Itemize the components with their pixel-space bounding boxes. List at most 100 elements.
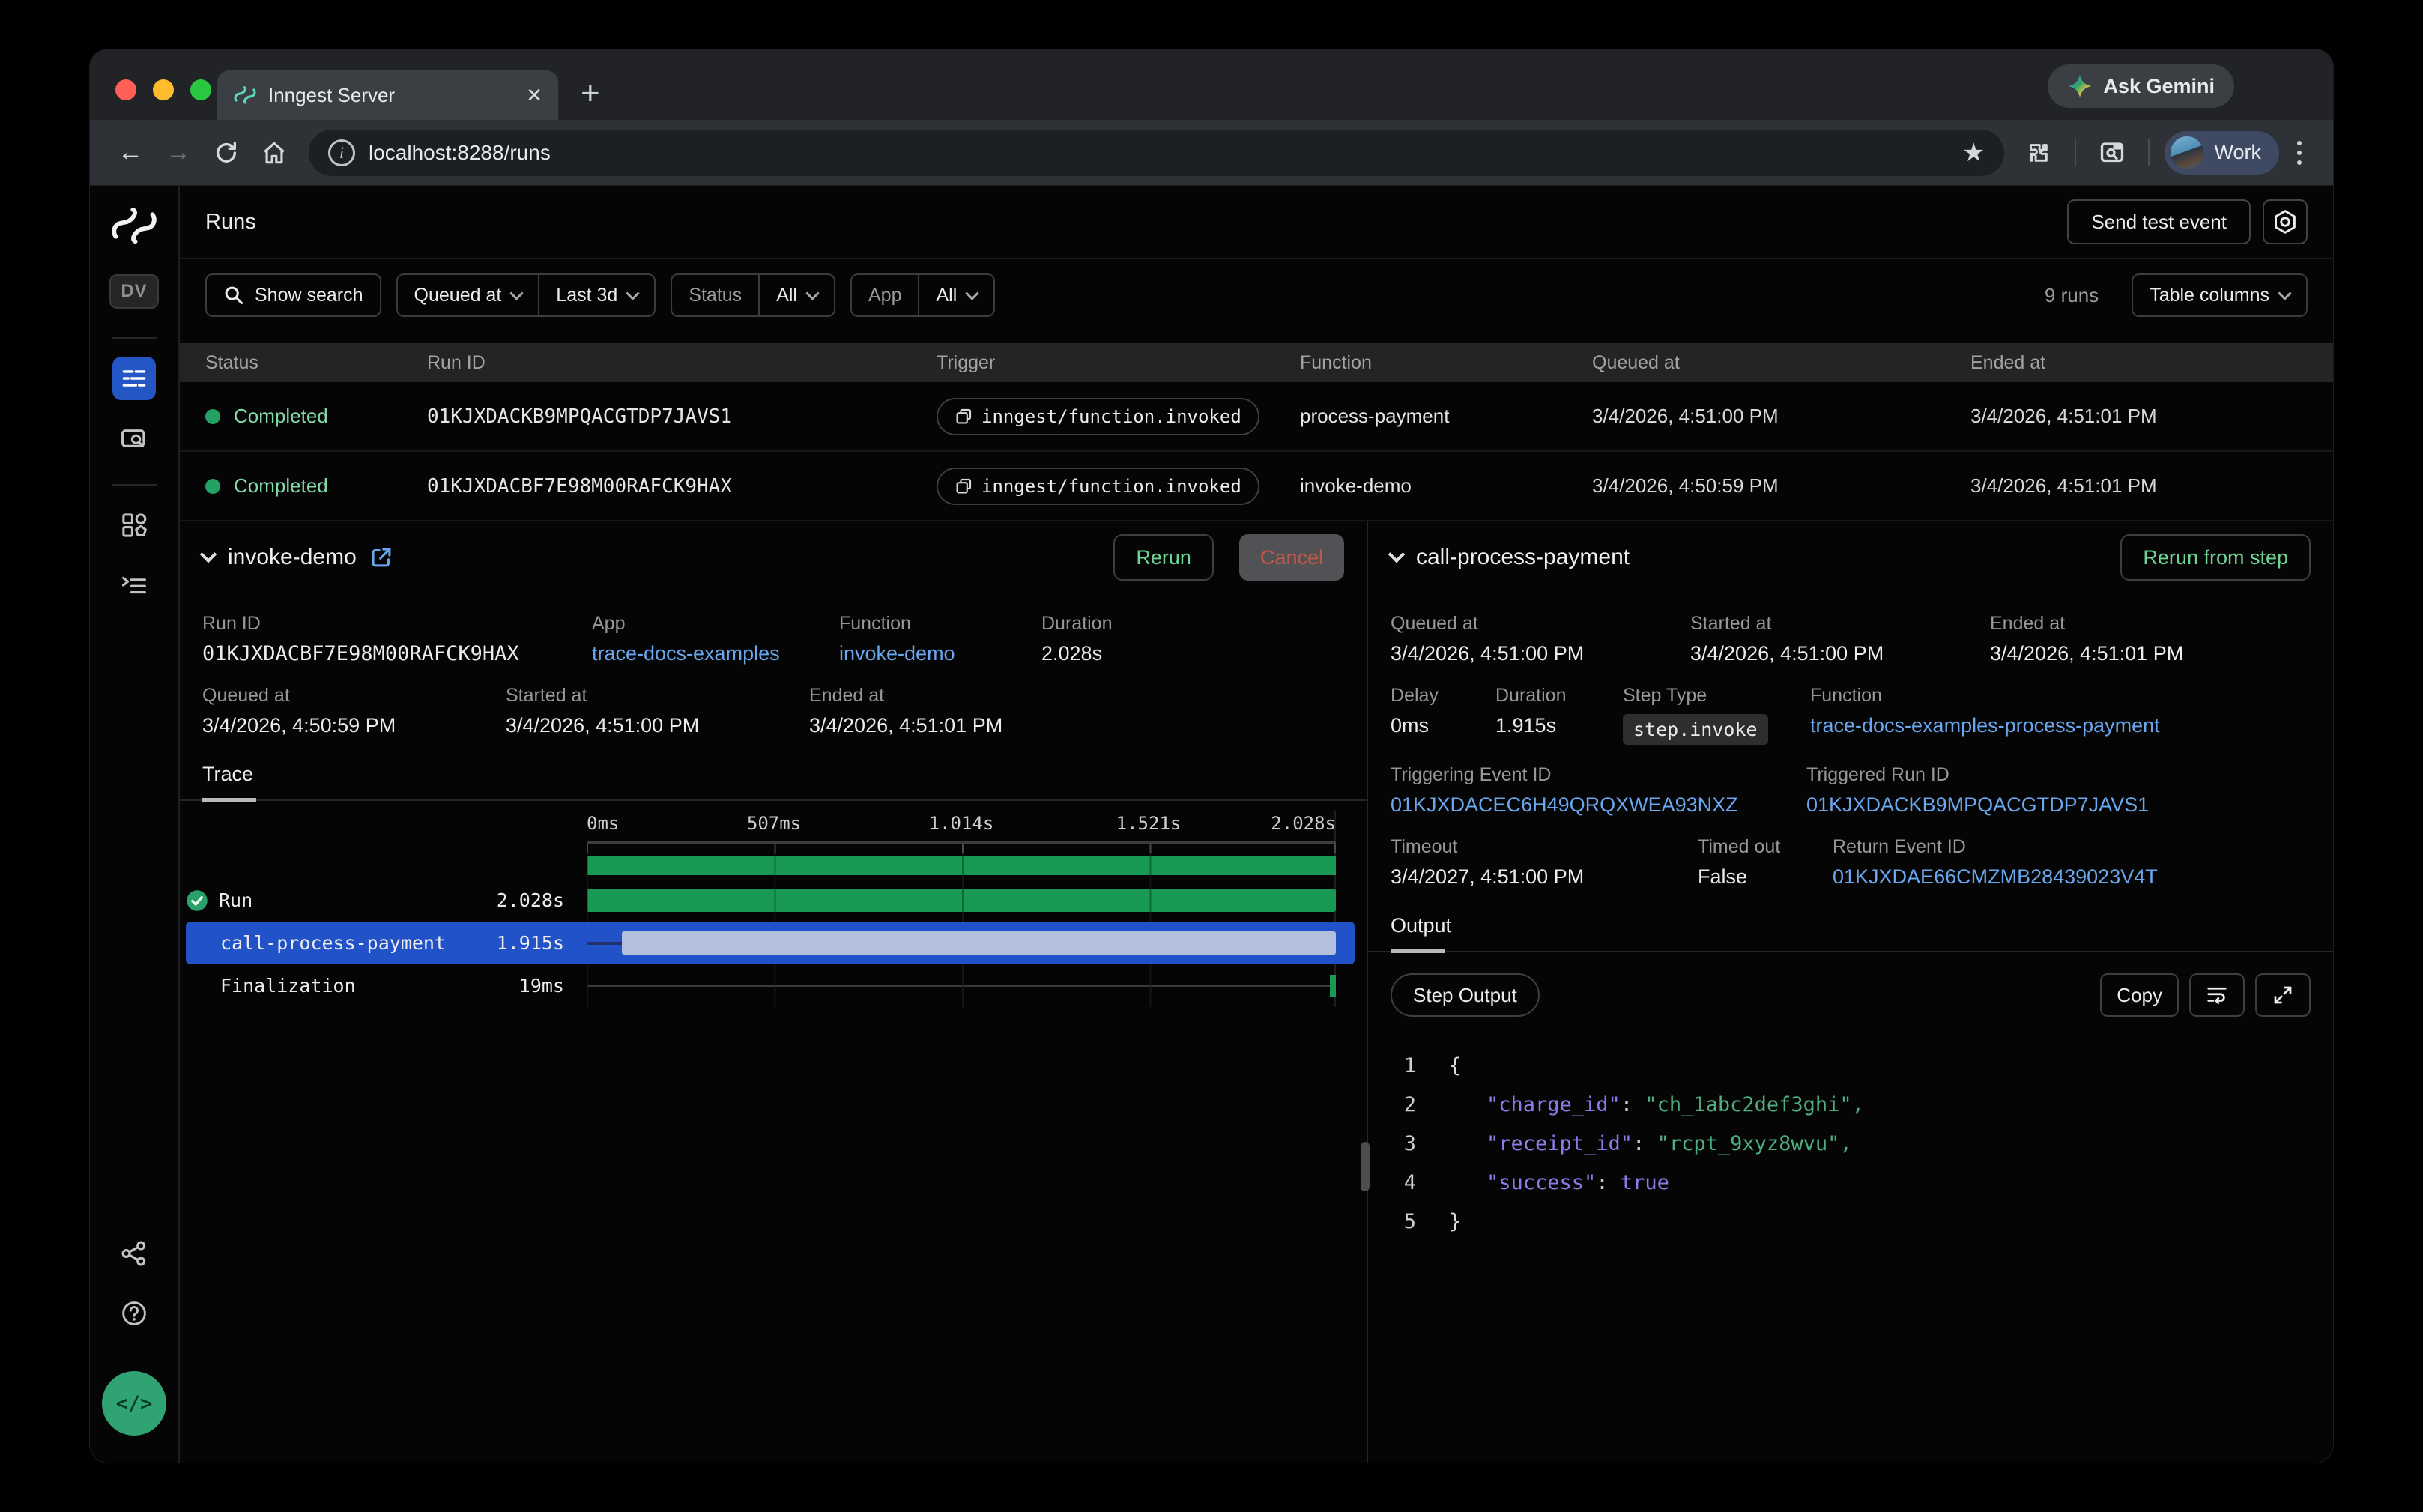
tab-output[interactable]: Output (1391, 914, 1451, 951)
output-toolbar: Step Output Copy (1368, 973, 2333, 1017)
table-columns-button[interactable]: Table columns (2132, 273, 2308, 317)
function-link[interactable]: trace-docs-examples-process-payment (1810, 714, 2160, 737)
close-window-button[interactable] (115, 79, 136, 100)
timeline-ruler (587, 841, 1336, 853)
step-output-button[interactable]: Step Output (1391, 973, 1540, 1017)
triggered-run-id-link[interactable]: 01KJXDACKB9MPQACGTDP7JAVS1 (1806, 793, 2149, 817)
profile-chip[interactable]: Work (2165, 131, 2279, 175)
finalization-bar (1330, 975, 1336, 997)
app-link[interactable]: trace-docs-examples (592, 642, 839, 665)
copy-button[interactable]: Copy (2100, 973, 2179, 1017)
triggering-event-id-link[interactable]: 01KJXDACEC6H49QRQXWEA93NXZ (1391, 793, 1806, 817)
forward-icon[interactable]: → (157, 132, 199, 174)
share-icon (121, 1241, 147, 1266)
duration-label: Duration (1495, 685, 1623, 707)
trace-span-duration: 1.915s (497, 932, 564, 954)
time-filter-dropdown[interactable]: Queued at Last 3d (396, 273, 656, 317)
show-search-button[interactable]: Show search (205, 273, 381, 317)
trace-row-finalization[interactable]: Finalization 19ms (186, 964, 1355, 1007)
back-icon[interactable]: ← (109, 132, 151, 174)
return-event-id-link[interactable]: 01KJXDAE66CMZMB28439023V4T (1833, 865, 2158, 889)
side-search-icon[interactable] (2091, 132, 2133, 174)
rerun-from-step-button[interactable]: Rerun from step (2120, 534, 2311, 581)
inngest-logo-icon (111, 207, 157, 244)
sidebar-item-apps[interactable] (112, 504, 156, 547)
status-filter-dropdown[interactable]: Status All (671, 273, 835, 317)
word-wrap-icon (2206, 984, 2228, 1006)
sidebar-item-share[interactable] (112, 1232, 156, 1275)
time-field-select[interactable]: Queued at (398, 275, 539, 315)
status-label: Completed (234, 474, 328, 498)
sidebar-item-events[interactable] (112, 417, 156, 460)
sidebar-item-functions[interactable] (112, 563, 156, 607)
tab-close-icon[interactable]: × (527, 82, 542, 108)
dev-server-button[interactable]: </> (102, 1371, 166, 1436)
browser-menu-icon[interactable] (2285, 141, 2314, 165)
status-label: Completed (234, 405, 328, 428)
step-type-label: Step Type (1623, 685, 1810, 707)
tab-title: Inngest Server (268, 84, 515, 107)
timeline-overview[interactable] (587, 853, 1336, 879)
minimize-window-button[interactable] (153, 79, 174, 100)
trace-row-call-process-payment[interactable]: call-process-payment 1.915s (186, 922, 1355, 964)
delay-label: Delay (1391, 685, 1495, 707)
time-range-select[interactable]: Last 3d (538, 275, 654, 315)
table-row[interactable]: Completed 01KJXDACBF7E98M00RAFCK9HAX inn… (180, 452, 2333, 521)
trigger-pill[interactable]: inngest/function.invoked (937, 398, 1259, 435)
event-icon (955, 408, 972, 426)
event-icon (955, 477, 972, 495)
traffic-lights[interactable] (115, 79, 211, 100)
ask-gemini-button[interactable]: Ask Gemini (2048, 64, 2234, 108)
sidebar-divider-2 (112, 484, 157, 486)
tab-favicon-inngest-icon (234, 86, 256, 104)
expand-button[interactable] (2255, 973, 2311, 1017)
help-icon (121, 1301, 147, 1326)
app-filter-dropdown[interactable]: App All (850, 273, 995, 317)
url-text[interactable]: localhost:8288/runs (369, 141, 1949, 165)
word-wrap-button[interactable] (2189, 973, 2245, 1017)
function-link[interactable]: invoke-demo (839, 642, 1041, 665)
trigger-pill[interactable]: inngest/function.invoked (937, 468, 1259, 505)
browser-toolbar: ← → i localhost:8288/runs ★ (90, 120, 2333, 186)
browser-tab[interactable]: Inngest Server × (217, 70, 558, 120)
url-bar[interactable]: i localhost:8288/runs ★ (309, 130, 2004, 176)
sidebar-item-runs[interactable] (112, 357, 156, 400)
rerun-button[interactable]: Rerun (1113, 534, 1214, 581)
collapse-chevron-icon[interactable] (200, 546, 217, 563)
table-row[interactable]: Completed 01KJXDACKB9MPQACGTDP7JAVS1 inn… (180, 382, 2333, 452)
status-filter-value[interactable]: All (758, 275, 834, 315)
site-info-icon[interactable]: i (328, 139, 355, 166)
search-icon (223, 285, 244, 306)
home-icon[interactable] (253, 132, 295, 174)
step-bar (622, 931, 1336, 955)
started-value: 3/4/2026, 4:51:00 PM (506, 714, 809, 737)
zoom-window-button[interactable] (190, 79, 211, 100)
extensions-puzzle-icon[interactable] (2018, 132, 2060, 174)
bookmark-star-icon[interactable]: ★ (1962, 138, 1985, 168)
duration-value: 2.028s (1041, 642, 1113, 665)
show-search-label: Show search (255, 285, 363, 306)
send-test-event-button[interactable]: Send test event (2067, 199, 2251, 244)
trace-row-run[interactable]: Run 2.028s (186, 879, 1355, 922)
cancel-button[interactable]: Cancel (1239, 534, 1344, 581)
run-detail-split: invoke-demo Rerun Cancel Run ID (180, 521, 2333, 1463)
table-header: Status Run ID Trigger Function Queued at… (180, 343, 2333, 382)
tab-trace[interactable]: Trace (202, 763, 253, 799)
app-filter-label: App (868, 285, 901, 306)
collapse-chevron-icon[interactable] (1388, 546, 1406, 563)
pane-resize-handle[interactable] (1361, 1142, 1370, 1191)
new-tab-button[interactable]: + (581, 75, 600, 112)
trace-span-duration: 19ms (519, 975, 564, 997)
run-id-label: Run ID (202, 613, 592, 635)
env-badge[interactable]: DV (109, 274, 159, 309)
settings-button[interactable] (2263, 199, 2308, 244)
reload-icon[interactable] (205, 132, 247, 174)
app-filter-value[interactable]: All (918, 275, 993, 315)
code-line: 4 "success": true (1391, 1164, 2311, 1203)
sidebar-item-help[interactable] (112, 1292, 156, 1335)
run-detail-pane: invoke-demo Rerun Cancel Run ID (180, 521, 1368, 1463)
step-output-code[interactable]: 1 { 2 "charge_id": "ch_1abc2def3ghi", 3 … (1391, 1047, 2311, 1242)
chevron-down-icon (2278, 286, 2291, 300)
run-id: 01KJXDACBF7E98M00RAFCK9HAX (427, 475, 937, 498)
external-link-icon[interactable] (370, 546, 393, 569)
